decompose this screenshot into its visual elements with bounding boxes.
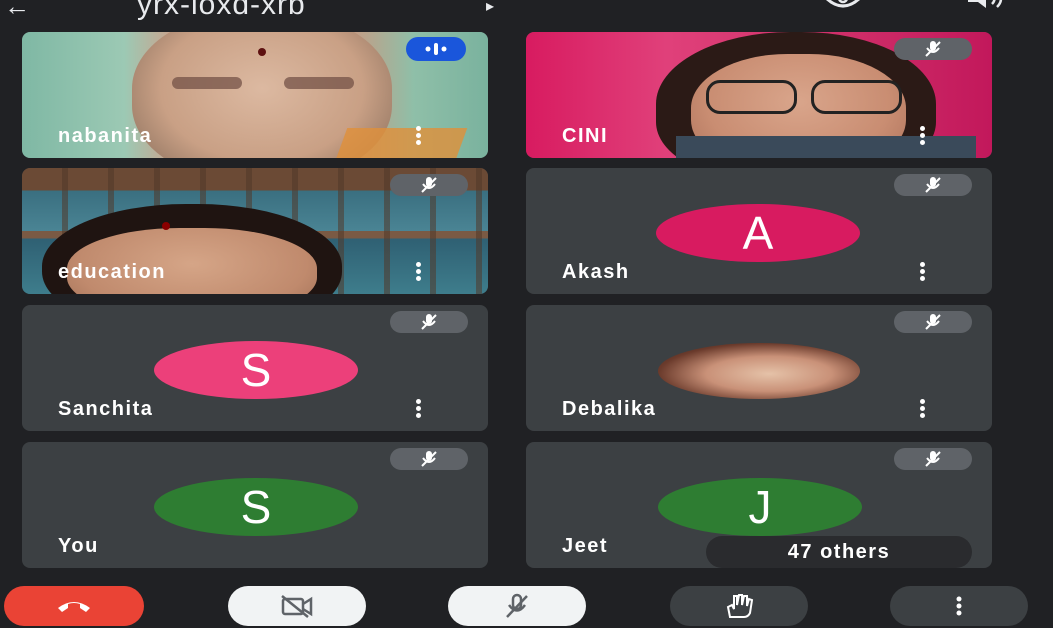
participant-tile-education[interactable]: education [22,168,488,294]
mic-toggle-button[interactable] [448,586,586,626]
mic-off-icon [506,593,528,618]
participant-name: nabanita [58,125,153,147]
avatar-photo [658,343,860,399]
participant-tile-debalika[interactable]: Debalika [526,305,992,431]
camera-off-icon [281,595,313,618]
tile-menu-icon[interactable] [920,399,926,419]
muted-indicator [390,311,468,333]
mic-off-icon [421,314,437,330]
raise-hand-button[interactable] [670,586,808,626]
mic-off-icon [421,451,437,467]
participant-name: Sanchita [58,398,154,420]
end-call-button[interactable] [4,586,144,626]
muted-indicator [894,38,972,60]
participant-name: CINI [562,125,608,147]
participant-tile-jeet[interactable]: J Jeet 47 others [526,442,992,568]
avatar: S [154,341,358,399]
muted-indicator [390,174,468,196]
tile-menu-icon[interactable] [920,126,926,146]
participant-name: Jeet [562,535,609,557]
participant-tile-sanchita[interactable]: S Sanchita [22,305,488,431]
top-bar: ← yrx-ioxd-xrb ▸ [0,0,1053,26]
meeting-details-caret-icon[interactable]: ▸ [486,0,494,16]
participant-name: Akash [562,261,630,283]
mic-off-icon [925,314,941,330]
hang-up-icon [58,602,90,612]
participant-tile-akash[interactable]: A Akash [526,168,992,294]
mic-off-icon [925,177,941,193]
muted-indicator [894,311,972,333]
tile-menu-icon[interactable] [416,126,422,146]
muted-indicator [390,448,468,470]
tile-menu-icon[interactable] [416,399,422,419]
speaking-indicator-icon [406,37,466,61]
participant-name: Debalika [562,398,657,420]
others-count-chip[interactable]: 47 others [706,536,972,568]
avatar: S [154,478,358,536]
more-options-button[interactable] [890,586,1028,626]
tile-menu-icon[interactable] [416,262,422,282]
back-arrow-icon[interactable]: ← [4,0,30,22]
participant-tile-nabanita[interactable]: nabanita [22,32,488,158]
avatar: J [658,478,862,536]
more-vert-icon [956,596,962,616]
participant-name: education [58,261,166,283]
avatar: A [656,204,860,262]
switch-camera-icon[interactable] [820,0,866,16]
participant-tile-you[interactable]: S You [22,442,488,568]
raise-hand-icon [726,594,754,618]
participant-name: You [58,535,99,557]
meeting-code[interactable]: yrx-ioxd-xrb [137,0,306,22]
camera-toggle-button[interactable] [228,586,366,626]
call-controls-bar [0,578,1053,628]
mic-off-icon [925,451,941,467]
mic-off-icon [925,41,941,57]
speaker-icon[interactable] [966,0,1010,16]
muted-indicator [894,448,972,470]
participant-tile-cini[interactable]: CINI [526,32,992,158]
muted-indicator [894,174,972,196]
mic-off-icon [421,177,437,193]
tile-menu-icon[interactable] [920,262,926,282]
